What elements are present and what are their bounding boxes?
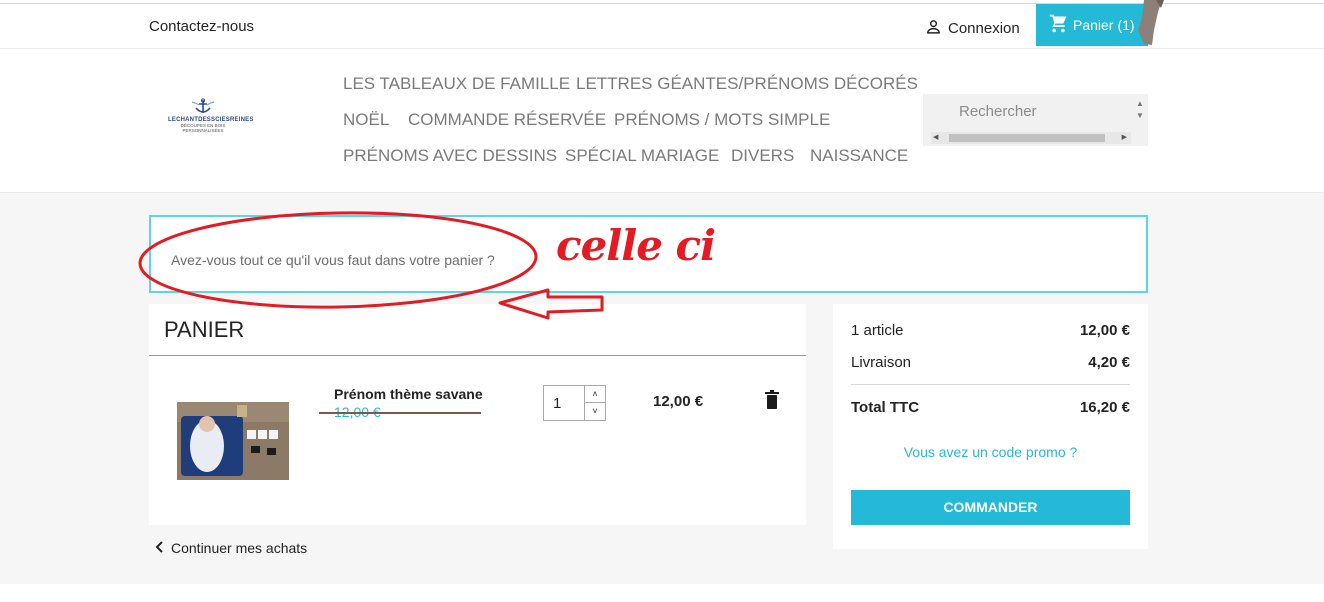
- cart-button[interactable]: Panier (1): [1036, 4, 1148, 46]
- scrollbar-thumb[interactable]: [949, 134, 1105, 142]
- quantity-stepper[interactable]: 1 ˄ ˅: [543, 385, 606, 421]
- summary-divider: [851, 384, 1130, 385]
- search-input[interactable]: Rechercher ▲ ▼ ◀ ▶: [923, 94, 1148, 146]
- shopping-cart-icon: [1048, 13, 1069, 37]
- cart-divider: [149, 355, 806, 356]
- product-name-link[interactable]: Prénom thème savane: [334, 386, 483, 402]
- anchor-logo-icon: [191, 98, 215, 113]
- total-label: Total TTC: [851, 399, 920, 416]
- trash-icon[interactable]: [764, 390, 780, 410]
- order-summary: 1 article 12,00 € Livraison 4,20 € Total…: [833, 304, 1148, 549]
- shipping-label: Livraison: [851, 354, 912, 371]
- shipping-value: 4,20 €: [1088, 354, 1130, 371]
- search-horizontal-scrollbar[interactable]: ◀ ▶: [931, 132, 1131, 144]
- quantity-decrease-icon[interactable]: ˅: [585, 403, 605, 420]
- nav-item-tableaux-famille[interactable]: LES TABLEAUX DE FAMILLE: [343, 74, 570, 94]
- line-total-price: 12,00 €: [653, 393, 704, 410]
- articles-value: 12,00 €: [1079, 322, 1130, 339]
- quantity-buttons: ˄ ˅: [584, 386, 605, 420]
- scroll-right-icon[interactable]: ▶: [1122, 133, 1127, 141]
- continue-shopping-link[interactable]: Continuer mes achats: [155, 540, 307, 556]
- promo-code-link[interactable]: Vous avez un code promo ?: [833, 444, 1148, 460]
- nav-item-prenoms-dessins[interactable]: PRÉNOMS AVEC DESSINS: [343, 146, 557, 166]
- nav-item-divers[interactable]: DIVERS: [731, 146, 794, 166]
- quantity-value[interactable]: 1: [553, 395, 561, 412]
- cart-notice-text: Avez-vous tout ce qu'il vous faut dans v…: [171, 252, 495, 268]
- summary-total-row: Total TTC 16,20 €: [851, 399, 1130, 416]
- total-value: 16,20 €: [1079, 399, 1130, 416]
- nav-item-prenoms-mots-simple[interactable]: PRÉNOMS / MOTS SIMPLE: [614, 110, 830, 130]
- nav-item-commande-reservee[interactable]: COMMANDE RÉSERVÉE: [408, 110, 606, 130]
- site-logo[interactable]: LECHANTDESSCIESREINES DÉCOUPES EN BOIS P…: [168, 98, 253, 142]
- nav-item-noel[interactable]: NOËL: [343, 110, 389, 130]
- annotation-text: celle ci: [556, 221, 716, 270]
- nav-item-special-mariage[interactable]: SPÉCIAL MARIAGE: [565, 146, 719, 166]
- login-link[interactable]: Connexion: [925, 18, 1020, 39]
- search-placeholder: Rechercher: [959, 103, 1037, 120]
- nav-item-naissance[interactable]: NAISSANCE: [810, 146, 908, 166]
- scroll-left-icon[interactable]: ◀: [933, 133, 938, 141]
- cart-label: Panier: [1073, 17, 1114, 33]
- summary-articles-row: 1 article 12,00 €: [851, 322, 1130, 339]
- login-label: Connexion: [948, 20, 1020, 37]
- order-button[interactable]: COMMANDER: [851, 490, 1130, 525]
- nav-item-lettres-geantes[interactable]: LETTRES GÉANTES/PRÉNOMS DÉCORÉS: [576, 74, 918, 94]
- chevron-left-icon: [155, 540, 165, 556]
- cart-title: PANIER: [164, 317, 245, 342]
- cart-panel: PANIER Prénom thème savane 12,00 € 1 ˄ ˅…: [149, 304, 806, 525]
- cart-count: (1): [1117, 17, 1135, 33]
- user-icon: [925, 18, 942, 39]
- logo-tagline: DÉCOUPES EN BOIS PERSONNALISÉES: [180, 123, 226, 133]
- summary-shipping-row: Livraison 4,20 €: [851, 354, 1130, 371]
- search-vertical-scrollbar[interactable]: ▲ ▼: [1134, 98, 1146, 126]
- product-image[interactable]: [177, 402, 289, 480]
- price-strike-line: [319, 412, 481, 414]
- articles-label: 1 article: [851, 322, 904, 339]
- continue-shopping-label: Continuer mes achats: [171, 540, 308, 556]
- contact-link[interactable]: Contactez-nous: [149, 18, 254, 35]
- quantity-increase-icon[interactable]: ˄: [585, 386, 605, 403]
